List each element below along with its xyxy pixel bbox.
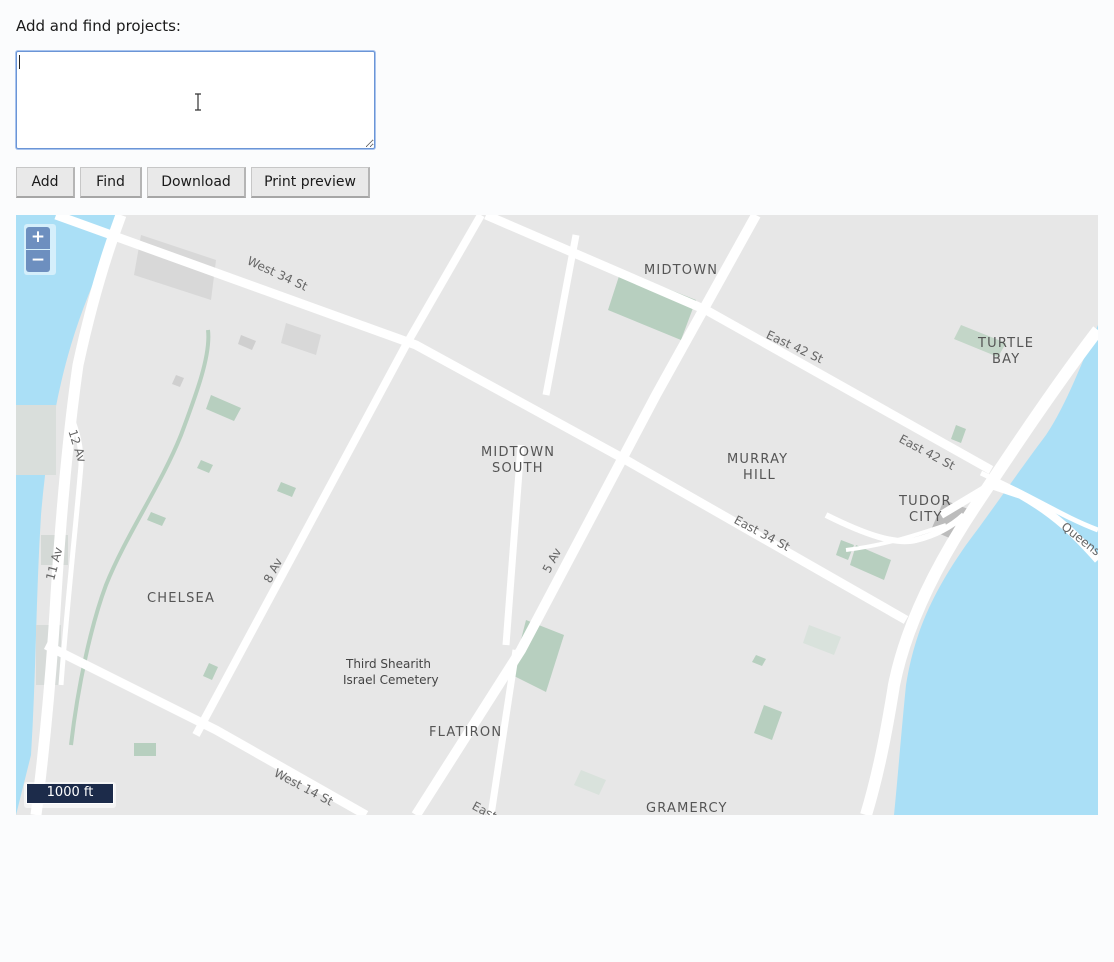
find-button[interactable]: Find (80, 167, 142, 198)
cemetery-label-line1: Third Shearith (346, 657, 431, 671)
hudson-river (16, 215, 121, 815)
murray-hill-label-line2: HILL (743, 468, 776, 483)
midtown-label: MIDTOWN (644, 263, 719, 278)
zoom-in-button[interactable]: + (26, 227, 50, 249)
bryant-park (608, 270, 696, 340)
print-preview-button[interactable]: Print preview (251, 167, 370, 198)
scale-bar-label: 1000 ft (26, 784, 114, 804)
chelsea-label: CHELSEA (147, 591, 216, 606)
text-caret (19, 55, 20, 69)
tudor-city-label-line1: TUDOR (899, 494, 952, 509)
turtle-bay-label-line2: BAY (992, 352, 1021, 367)
midtown-south-label-line1: MIDTOWN (481, 445, 556, 460)
form-label: Add and find projects: (16, 17, 181, 35)
tudor-city-label-line2: CITY (909, 510, 943, 525)
gramercy-label: GRAMERCY (646, 801, 728, 815)
map[interactable]: MIDTOWN TURTLE BAY MIDTOWN SOUTH MURRAY … (16, 215, 1098, 815)
flatiron-label: FLATIRON (429, 725, 503, 740)
page: Add and find projects: Add Find Download… (0, 0, 1114, 962)
add-button[interactable]: Add (16, 167, 75, 198)
murray-hill-label-line1: MURRAY (727, 452, 789, 467)
cemetery-label-line2: Israel Cemetery (343, 673, 439, 687)
zoom-control: + − (24, 224, 56, 275)
download-button[interactable]: Download (147, 167, 246, 198)
high-line (69, 329, 211, 746)
ibeam-cursor-icon (195, 93, 201, 111)
zoom-out-button[interactable]: − (26, 250, 50, 272)
scale-bar: 1000 ft (24, 782, 116, 808)
turtle-bay-label-line1: TURTLE (978, 336, 1035, 351)
midtown-south-label-line2: SOUTH (492, 461, 544, 476)
east-river (894, 325, 1098, 815)
